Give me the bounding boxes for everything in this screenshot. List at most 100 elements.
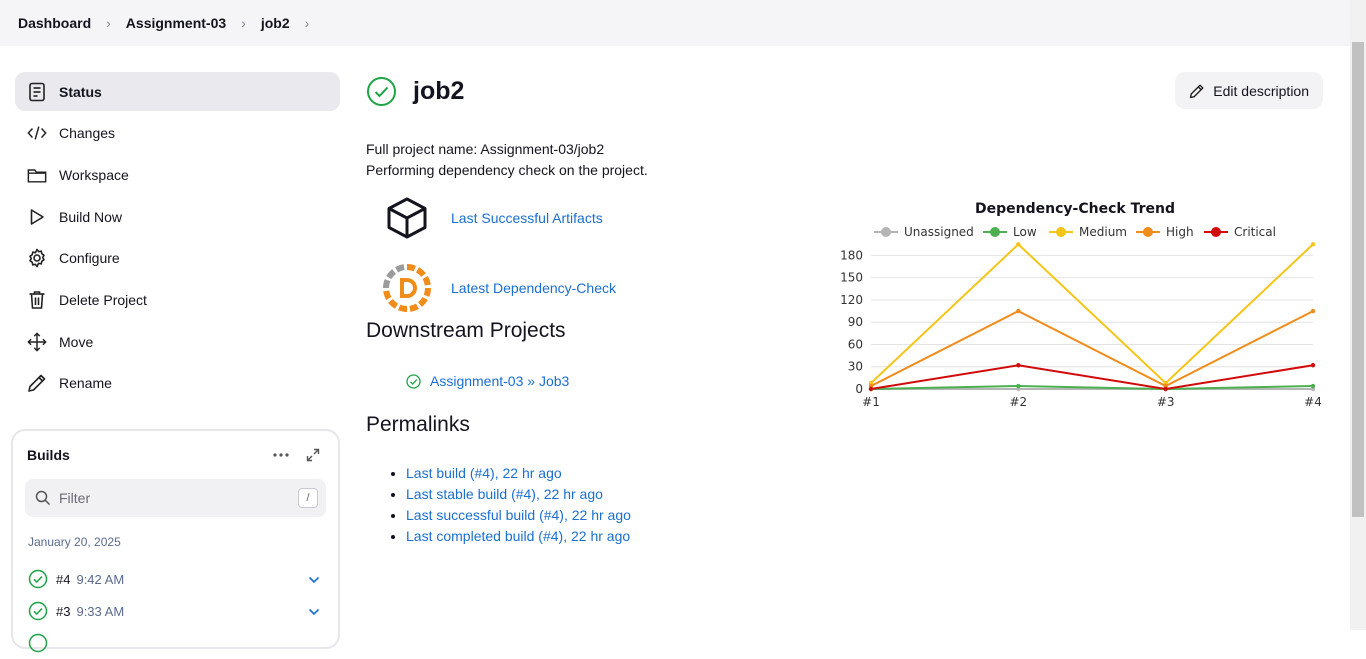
- y-tick-label: 150: [840, 271, 863, 285]
- status-icon: [27, 82, 47, 102]
- y-tick-label: 30: [848, 360, 863, 374]
- latest-dependency-check-link[interactable]: Latest Dependency-Check: [451, 280, 616, 296]
- success-icon: [28, 601, 48, 621]
- success-icon: [28, 633, 48, 653]
- data-point-critical: [1016, 363, 1021, 368]
- list-item: Last build (#4), 22 hr ago: [406, 463, 1326, 484]
- success-icon: [28, 569, 48, 589]
- breadcrumb-job2[interactable]: job2: [261, 15, 290, 31]
- play-icon: [27, 207, 47, 227]
- folder-icon: [27, 165, 47, 185]
- sidebar-item-label: Status: [59, 83, 102, 100]
- sidebar-item-configure[interactable]: Configure: [15, 239, 340, 278]
- y-tick-label: 60: [848, 337, 863, 351]
- chevron-right-icon[interactable]: ›: [106, 15, 111, 31]
- y-tick-label: 120: [840, 293, 863, 307]
- data-point-high: [1016, 308, 1021, 314]
- pencil-icon: [1189, 83, 1205, 99]
- filter-box: /: [25, 479, 326, 517]
- build-time: 9:42 AM: [76, 571, 125, 587]
- sidebar-item-build-now[interactable]: Build Now: [15, 197, 340, 236]
- downstream-project-link[interactable]: Assignment-03 » Job3: [430, 373, 569, 389]
- scrollbar[interactable]: [1350, 0, 1366, 630]
- dependency-check-trend-chart: Dependency-Check Trend Unassigned Low Mediu…: [830, 195, 1330, 415]
- sidebar-item-workspace[interactable]: Workspace: [15, 155, 340, 194]
- x-tick-label: #3: [1157, 395, 1175, 409]
- sidebar-item-label: Delete Project: [59, 291, 147, 308]
- chevron-right-icon[interactable]: ›: [305, 15, 310, 31]
- build-number[interactable]: #3: [56, 604, 70, 619]
- more-options-icon[interactable]: [268, 445, 294, 465]
- y-tick-label: 0: [855, 382, 863, 396]
- sidebar-item-label: Move: [59, 333, 94, 350]
- edit-description-label: Edit description: [1213, 82, 1309, 99]
- data-point-high: [1310, 308, 1316, 314]
- data-point-low: [1016, 383, 1021, 389]
- sidebar-item-label: Configure: [59, 250, 120, 267]
- build-row-partial[interactable]: [25, 627, 326, 659]
- builds-panel: Builds / January 20, 2025 #4 9:42 AM #3 …: [11, 429, 340, 653]
- dependency-check-logo: [382, 263, 432, 313]
- scrollbar-thumb[interactable]: [1352, 42, 1364, 517]
- list-item: Last stable build (#4), 22 hr ago: [406, 484, 1326, 505]
- last-successful-artifacts-link[interactable]: Last Successful Artifacts: [451, 210, 603, 226]
- x-tick-label: #2: [1009, 395, 1027, 409]
- chart-svg: Dependency-Check TrendUnassigned Low Mediu…: [840, 201, 1322, 409]
- permalinks-heading: Permalinks: [366, 413, 470, 436]
- permalink-last-completed-build[interactable]: Last completed build (#4), 22 hr ago: [406, 528, 630, 544]
- keyboard-shortcut-hint: /: [298, 488, 318, 508]
- search-icon: [35, 490, 51, 506]
- build-row-3[interactable]: #3 9:33 AM: [25, 595, 326, 627]
- series-line-medium: [870, 242, 1314, 385]
- data-point-critical: [1163, 386, 1168, 392]
- filter-input[interactable]: [59, 490, 298, 506]
- breadcrumb-dashboard[interactable]: Dashboard: [18, 15, 91, 31]
- code-icon: [27, 123, 47, 143]
- data-point-medium: [1310, 242, 1316, 247]
- legend-marker: [1143, 227, 1153, 237]
- build-row-4[interactable]: #4 9:42 AM: [25, 563, 326, 595]
- expand-icon[interactable]: [300, 445, 326, 465]
- build-number[interactable]: #4: [56, 572, 70, 587]
- chevron-right-icon[interactable]: ›: [241, 15, 246, 31]
- legend-label: Low: [1013, 225, 1037, 239]
- y-tick-label: 180: [840, 248, 863, 262]
- builds-title: Builds: [27, 447, 70, 463]
- breadcrumb-assignment-03[interactable]: Assignment-03: [126, 15, 226, 31]
- edit-description-button[interactable]: Edit description: [1175, 72, 1323, 109]
- permalink-last-build[interactable]: Last build (#4), 22 hr ago: [406, 465, 562, 481]
- y-tick-label: 90: [848, 315, 863, 329]
- permalink-last-stable-build[interactable]: Last stable build (#4), 22 hr ago: [406, 486, 603, 502]
- build-time: 9:33 AM: [76, 603, 125, 619]
- data-point-low: [1310, 383, 1316, 389]
- chevron-down-icon[interactable]: [308, 572, 320, 587]
- legend-label: High: [1166, 225, 1194, 239]
- sidebar-item-label: Rename: [59, 375, 112, 392]
- sidebar-item-label: Build Now: [59, 208, 123, 225]
- sidebar-item-changes[interactable]: Changes: [15, 114, 340, 153]
- sidebar-item-rename[interactable]: Rename: [15, 364, 340, 403]
- series-line-critical: [870, 364, 1314, 391]
- legend-label: Medium: [1079, 225, 1127, 239]
- chart-title: Dependency-Check Trend: [975, 201, 1175, 217]
- sidebar-item-move[interactable]: Move: [15, 322, 340, 361]
- legend-marker: [990, 227, 1000, 237]
- success-status-icon: [366, 76, 397, 107]
- page-title: job2: [413, 76, 465, 105]
- legend-marker: [881, 227, 891, 237]
- chevron-down-icon[interactable]: [308, 604, 320, 619]
- legend-label: Critical: [1234, 225, 1276, 239]
- sidebar: Status Changes Workspace Build Now Confi…: [15, 72, 340, 406]
- pencil-icon: [27, 373, 47, 393]
- sidebar-item-label: Changes: [59, 125, 116, 142]
- permalink-last-successful-build[interactable]: Last successful build (#4), 22 hr ago: [406, 507, 631, 523]
- legend-marker: [1211, 227, 1221, 237]
- data-point-critical: [1310, 363, 1316, 368]
- sidebar-item-label: Workspace: [59, 166, 129, 183]
- permalinks-list: Last build (#4), 22 hr ago Last stable b…: [366, 463, 1326, 547]
- move-icon: [27, 331, 47, 352]
- sidebar-item-delete-project[interactable]: Delete Project: [15, 280, 340, 319]
- x-tick-label: #4: [1304, 395, 1322, 409]
- sidebar-item-status[interactable]: Status: [15, 72, 340, 111]
- list-item: Last completed build (#4), 22 hr ago: [406, 526, 1326, 547]
